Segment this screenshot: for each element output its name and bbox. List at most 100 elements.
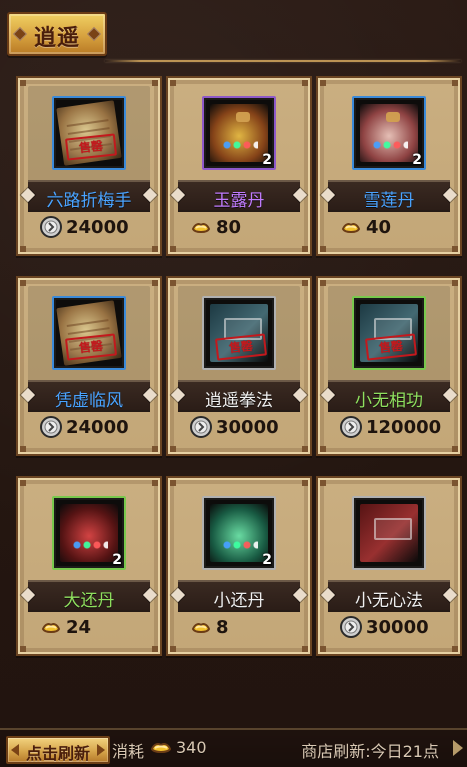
corner-mark (152, 280, 158, 286)
corner-mark (320, 480, 326, 486)
corner-mark (170, 246, 176, 252)
corner-mark (320, 646, 326, 652)
cost-label: 消耗 (112, 742, 145, 761)
corner-mark (452, 446, 458, 452)
item-name: 小无心法 (355, 591, 423, 611)
shop-item-card[interactable]: 售罄 六路折梅手 24000 (16, 76, 162, 256)
corner-mark (302, 280, 308, 286)
item-name-banner: 小还丹 (170, 580, 308, 612)
item-price: 120000 (366, 417, 442, 438)
price-row: 80 (180, 214, 298, 240)
item-name: 逍遥拳法 (205, 391, 273, 411)
item-icon-frame: 2 (352, 96, 426, 170)
corner-mark (302, 646, 308, 652)
item-name-banner: 逍遥拳法 (170, 380, 308, 412)
corner-mark (452, 246, 458, 252)
item-icon-frame: 2 (202, 496, 276, 570)
shop-item-card[interactable]: 售罄 逍遥拳法 30000 (166, 276, 312, 456)
item-name-banner: 玉露丹 (170, 180, 308, 212)
stack-count: 2 (412, 152, 422, 168)
corner-mark (152, 246, 158, 252)
corner-mark (152, 646, 158, 652)
item-name-banner: 凭虚临风 (20, 380, 158, 412)
corner-mark (170, 280, 176, 286)
corner-mark (20, 80, 26, 86)
price-row: 24 (30, 614, 148, 640)
stack-count: 2 (262, 152, 272, 168)
corner-mark (302, 446, 308, 452)
item-price: 8 (216, 617, 229, 638)
corner-mark (20, 646, 26, 652)
potion-green-icon (210, 504, 268, 562)
silver-coin-icon (190, 416, 212, 438)
corner-mark (20, 280, 26, 286)
refresh-button-label: 点击刷新 (25, 744, 90, 763)
item-name-banner: 大还丹 (20, 580, 158, 612)
shop-item-card[interactable]: 2 雪莲丹 40 (316, 76, 462, 256)
gold-ingot-icon (191, 223, 211, 233)
chevron-right-icon (453, 740, 463, 756)
corner-mark (452, 80, 458, 86)
item-icon-frame: 售罄 (352, 296, 426, 370)
item-icon-frame: 售罄 (52, 296, 126, 370)
corner-mark (320, 80, 326, 86)
item-price: 24000 (66, 417, 129, 438)
shop-item-card[interactable]: 2 小还丹 8 (166, 476, 312, 656)
price-row: 30000 (330, 614, 448, 640)
silver-coin-icon (340, 416, 362, 438)
price-row: 24000 (30, 414, 148, 440)
corner-mark (452, 480, 458, 486)
corner-mark (320, 246, 326, 252)
item-name-banner: 六路折梅手 (20, 180, 158, 212)
gold-ingot-icon (150, 743, 172, 753)
title-plaque: 逍遥 (7, 12, 107, 56)
title-divider (105, 58, 461, 64)
silver-coin-icon (340, 616, 362, 638)
shop-item-card[interactable]: 2 玉露丹 80 (166, 76, 312, 256)
gold-ingot-icon (41, 623, 61, 633)
corner-mark (302, 480, 308, 486)
price-row: 40 (330, 214, 448, 240)
item-icon-frame: 2 (202, 96, 276, 170)
vase-white-icon (360, 104, 418, 162)
shop-item-card[interactable]: 2 大还丹 24 (16, 476, 162, 656)
stack-count: 2 (112, 552, 122, 568)
shop-item-card[interactable]: 小无心法 30000 (316, 476, 462, 656)
item-price: 24000 (66, 217, 129, 238)
corner-mark (302, 80, 308, 86)
item-icon-frame: 售罄 (52, 96, 126, 170)
item-name: 小无相功 (355, 391, 423, 411)
item-name-banner: 小无相功 (320, 380, 458, 412)
vase-icon (210, 104, 268, 162)
price-row: 120000 (330, 414, 448, 440)
item-name-banner: 小无心法 (320, 580, 458, 612)
item-price: 30000 (366, 617, 429, 638)
item-name: 小还丹 (213, 591, 265, 611)
item-name: 雪莲丹 (363, 191, 415, 211)
item-icon-frame: 售罄 (202, 296, 276, 370)
cost-value: 340 (176, 738, 207, 757)
corner-mark (320, 446, 326, 452)
sparkle-dots-icon (72, 540, 108, 550)
potion-red-icon (60, 504, 118, 562)
refresh-button[interactable]: 点击刷新 (6, 736, 110, 764)
silver-coin-icon (40, 416, 62, 438)
silver-coin-icon (40, 216, 62, 238)
shop-item-card[interactable]: 售罄 凭虚临风 24000 (16, 276, 162, 456)
item-icon-frame (352, 496, 426, 570)
item-name: 玉露丹 (213, 191, 265, 211)
gold-ingot-icon (191, 623, 211, 633)
title-divider-line (105, 60, 461, 62)
corner-mark (170, 446, 176, 452)
corner-mark (452, 646, 458, 652)
item-price: 40 (366, 217, 392, 238)
item-price: 30000 (216, 417, 279, 438)
corner-mark (320, 280, 326, 286)
corner-mark (452, 280, 458, 286)
shop-footer: 点击刷新 消耗 340 商店刷新:今日21点 (0, 728, 467, 767)
item-name: 六路折梅手 (46, 191, 132, 211)
corner-mark (20, 480, 26, 486)
shop-refresh-time: 商店刷新:今日21点 (301, 742, 439, 761)
shop-item-card[interactable]: 售罄 小无相功 120000 (316, 276, 462, 456)
sparkle-dots-icon (372, 140, 408, 150)
